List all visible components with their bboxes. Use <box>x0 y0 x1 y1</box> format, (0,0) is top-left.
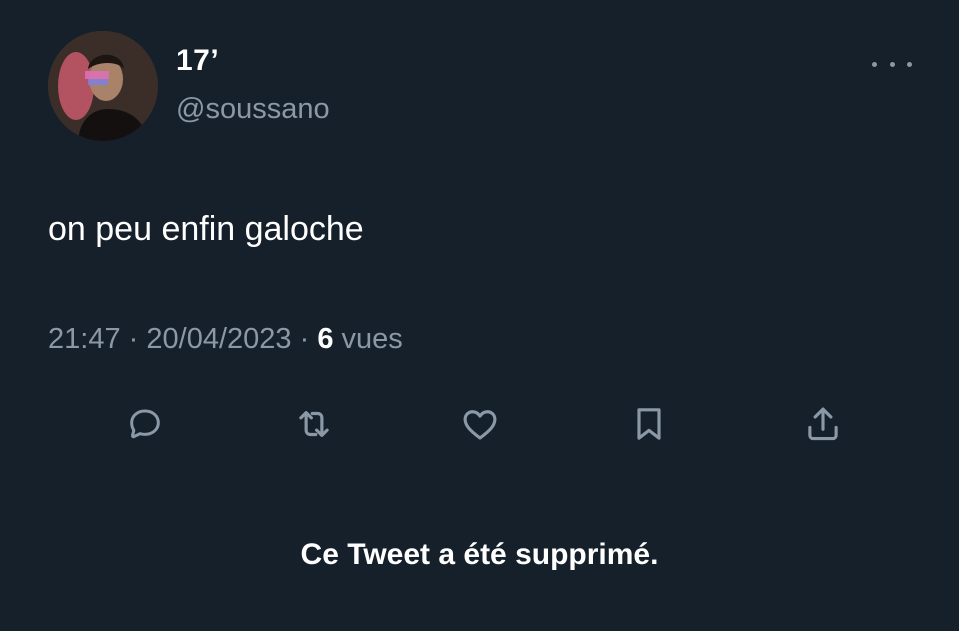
meta-separator: · <box>299 323 310 355</box>
like-button[interactable] <box>452 396 508 452</box>
views-count: 6 <box>317 323 334 355</box>
share-icon <box>808 407 838 441</box>
deleted-status-text: Ce Tweet a été supprimé. <box>300 538 659 571</box>
bookmark-icon <box>637 408 661 440</box>
author-name[interactable]: 17’ <box>176 44 219 78</box>
meta-separator: · <box>128 323 139 355</box>
more-options-icon[interactable] <box>872 54 912 74</box>
avatar[interactable] <box>48 31 158 141</box>
avatar-photo-icon <box>48 31 158 141</box>
tweet-time[interactable]: 21:47 <box>48 323 121 355</box>
reply-icon <box>130 409 160 439</box>
author-handle[interactable]: @soussano <box>176 93 330 126</box>
dot <box>872 61 877 67</box>
retweet-button[interactable] <box>286 396 342 452</box>
share-button[interactable] <box>795 396 851 452</box>
dot <box>907 61 912 67</box>
tweet-date[interactable]: 20/04/2023 <box>146 323 291 355</box>
tweet-card: 17’ @soussano on peu enfin galoche 21:47… <box>0 0 959 631</box>
tweet-text: on peu enfin galoche <box>48 210 364 248</box>
views-label: vues <box>341 323 403 355</box>
bookmark-button[interactable] <box>621 396 677 452</box>
tweet-actions <box>0 396 959 452</box>
like-icon <box>463 410 497 440</box>
retweet-icon <box>299 411 329 437</box>
dot <box>889 61 895 67</box>
tweet-meta: 21:47 · 20/04/2023 · 6 vues <box>48 323 403 356</box>
reply-button[interactable] <box>117 396 173 452</box>
